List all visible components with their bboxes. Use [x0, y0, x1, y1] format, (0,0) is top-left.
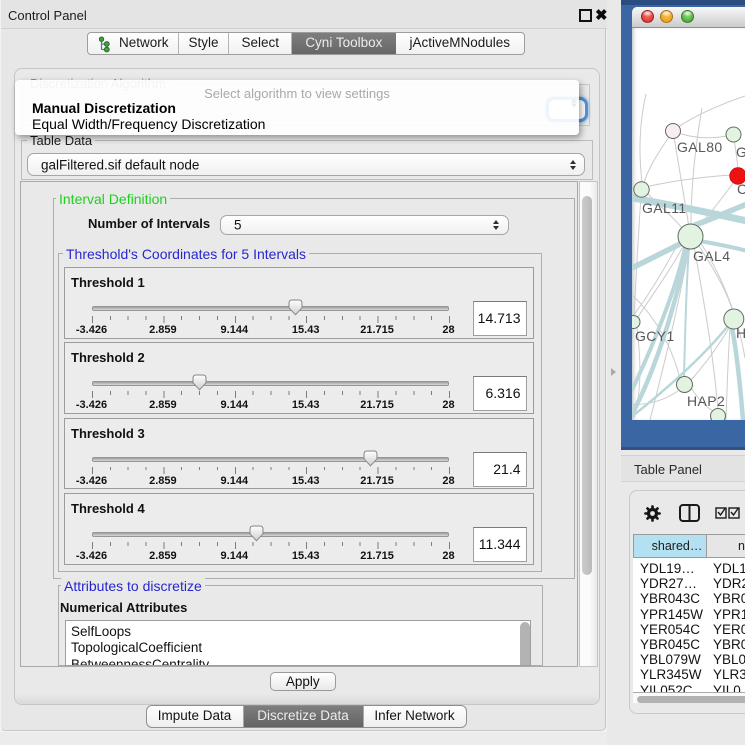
svg-text:GAL80: GAL80 — [677, 139, 723, 155]
svg-text:GA: GA — [736, 144, 745, 160]
svg-text:GAL11: GAL11 — [642, 200, 687, 216]
svg-text:GAL4: GAL4 — [693, 248, 730, 264]
svg-text:HA: HA — [736, 325, 745, 341]
svg-text:GCY1: GCY1 — [635, 328, 675, 344]
svg-text:HAP2: HAP2 — [687, 393, 725, 409]
svg-text:CY: CY — [737, 181, 745, 197]
